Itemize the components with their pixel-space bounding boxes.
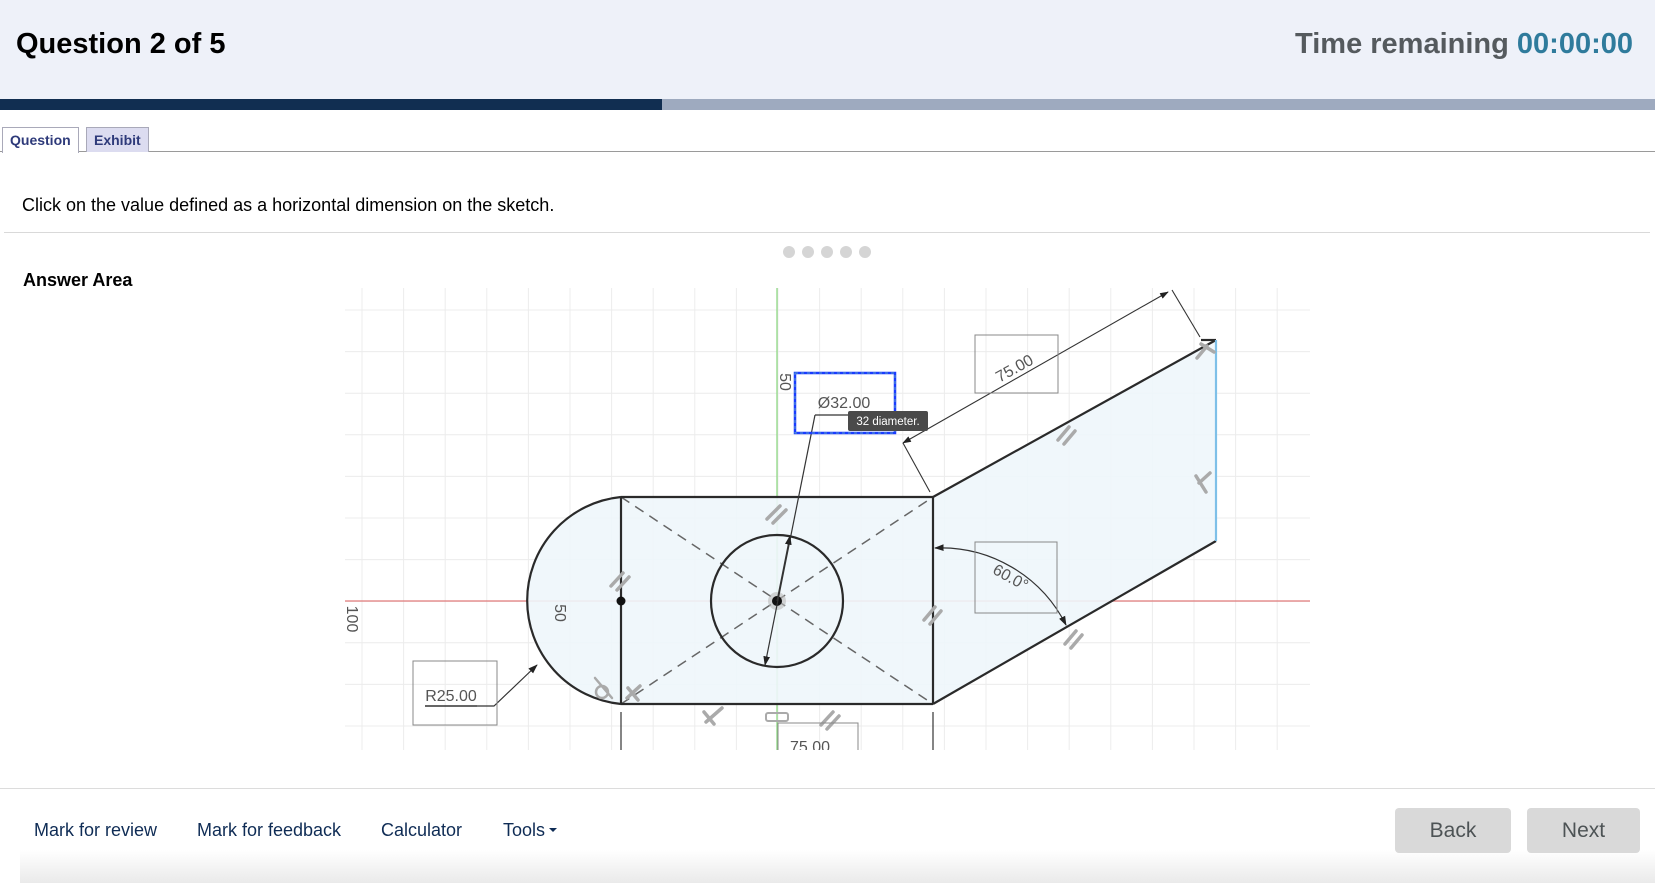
tools-menu[interactable]: Tools <box>503 820 558 841</box>
tab-question[interactable]: Question <box>2 127 79 153</box>
profile-region[interactable] <box>527 340 1216 704</box>
footer-divider <box>0 788 1655 789</box>
exam-header: Question 2 of 5 Time remaining 00:00:00 <box>0 0 1655 99</box>
next-button[interactable]: Next <box>1527 808 1640 853</box>
extension-line <box>902 442 931 493</box>
tools-label: Tools <box>503 820 546 840</box>
mark-for-review-link[interactable]: Mark for review <box>34 820 157 841</box>
extension-line <box>1171 289 1201 338</box>
arc-center-point[interactable] <box>616 596 626 606</box>
caret-down-icon <box>549 827 558 832</box>
pager-dots <box>783 246 871 258</box>
calculator-link[interactable]: Calculator <box>381 820 462 841</box>
pager-dot[interactable] <box>821 246 833 258</box>
footer-shadow <box>20 850 1655 883</box>
question-prompt: Click on the value defined as a horizont… <box>22 195 555 215</box>
diameter-tooltip: 32 diameter. <box>856 416 919 428</box>
diameter-value[interactable]: Ø32.00 <box>818 395 871 412</box>
perpendicular-constraint-icon <box>702 706 724 726</box>
top-partial-value[interactable]: 50 <box>776 373 793 391</box>
mark-for-feedback-link[interactable]: Mark for feedback <box>197 820 341 841</box>
answer-area-label: Answer Area <box>23 270 133 290</box>
timer-label: Time remaining <box>1295 28 1509 60</box>
timer-value: 00:00:00 <box>1516 28 1633 60</box>
time-remaining: Time remaining 00:00:00 <box>1295 28 1633 61</box>
question-counter: Question 2 of 5 <box>16 28 226 60</box>
divider <box>4 232 1650 233</box>
tab-bar: Question Exhibit <box>0 126 1655 153</box>
progress-bar <box>0 99 1655 110</box>
inner-height-value[interactable]: 50 <box>551 604 568 622</box>
bottom-length-value[interactable]: 75.00 <box>790 739 830 756</box>
pager-dot[interactable] <box>840 246 852 258</box>
pager-dot[interactable] <box>783 246 795 258</box>
radius-value[interactable]: R25.00 <box>425 688 477 705</box>
back-button[interactable]: Back <box>1395 808 1511 853</box>
angled-length-value[interactable]: 75.00 <box>993 352 1036 386</box>
pager-dot[interactable] <box>802 246 814 258</box>
outer-height-value[interactable]: 100 <box>343 606 360 633</box>
parallel-constraint-icon <box>1063 629 1084 650</box>
pager-dot[interactable] <box>859 246 871 258</box>
tab-exhibit[interactable]: Exhibit <box>86 127 149 152</box>
progress-fill <box>0 99 662 110</box>
